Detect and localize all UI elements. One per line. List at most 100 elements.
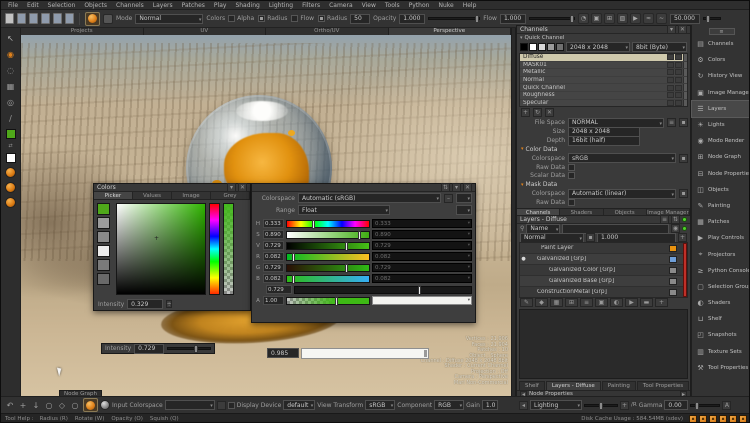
palette-close-icon[interactable]: ✕ xyxy=(238,183,247,192)
layer-tool-button[interactable]: ▶ xyxy=(625,298,638,307)
falloff-slider-knob[interactable] xyxy=(706,15,710,23)
channel-list-row[interactable]: Diffuse xyxy=(520,54,687,62)
flow-field[interactable]: 1.000 xyxy=(500,14,526,24)
toolbar-icon-button[interactable]: ~ xyxy=(656,13,667,24)
channel-slider-marker[interactable] xyxy=(345,264,348,273)
channel-tool-button[interactable]: ↻ xyxy=(533,108,542,117)
channel-slider-entry[interactable]: 0.729 xyxy=(372,263,472,272)
mask-colorspace-reset[interactable]: ▪ xyxy=(679,189,688,198)
layer-tool-button[interactable]: ⊞ xyxy=(565,298,578,307)
layers-updown-icon[interactable]: ⇅ xyxy=(671,215,680,224)
new-project-icon[interactable] xyxy=(5,13,14,24)
channels-float-icon[interactable]: ▾ xyxy=(667,25,676,34)
channel-lock-icon[interactable] xyxy=(675,54,682,60)
colors-tab[interactable]: Grey xyxy=(211,192,250,199)
menu-item[interactable]: Help xyxy=(463,2,477,9)
export-icon[interactable] xyxy=(53,13,62,24)
viewport-tab[interactable]: Perspective xyxy=(389,28,512,35)
active-brush-button[interactable] xyxy=(83,398,98,412)
channel-list-row[interactable]: Roughness xyxy=(520,92,687,100)
channel-slider-entry[interactable]: 0.082 xyxy=(372,274,472,283)
import-icon[interactable] xyxy=(41,13,50,24)
toolbar-icon-button[interactable]: ≈ xyxy=(643,13,654,24)
layer-row[interactable]: Galvanized Base [Grp] xyxy=(520,276,687,287)
layer-tool-button[interactable]: + xyxy=(655,298,668,307)
np-slider-knob[interactable] xyxy=(599,402,603,410)
channel-slider-entry[interactable]: 0.082 xyxy=(372,252,472,261)
menu-item[interactable]: Selection xyxy=(48,2,76,9)
channel-list-scrollbar[interactable] xyxy=(683,69,687,76)
palette-drawer-item[interactable]: ▥ Texture Sets xyxy=(692,344,750,360)
quick-color-swatch[interactable] xyxy=(547,43,555,51)
palette-drawer-item[interactable]: ◰ Snapshots xyxy=(692,327,750,343)
viewport-tab[interactable]: Ortho/UV xyxy=(266,28,389,35)
palette-drawer-item[interactable]: ◉ Modo Render xyxy=(692,133,750,149)
gamma-field[interactable]: 0.00 xyxy=(664,400,688,410)
toolbar-icon-button[interactable]: ⊞ xyxy=(604,13,615,24)
menu-item[interactable]: Camera xyxy=(329,2,353,9)
quick-color-swatch[interactable] xyxy=(520,43,528,51)
menu-item[interactable]: Tools xyxy=(385,2,400,9)
gain-field[interactable]: 1.0 xyxy=(482,400,498,410)
alpha-entry-field[interactable] xyxy=(372,296,472,305)
panel-float-icon[interactable]: ▾ xyxy=(452,183,461,192)
colorspace-extra-select[interactable] xyxy=(456,193,472,203)
channel-slider-value[interactable]: 0.729 xyxy=(263,241,284,250)
channel-slider-entry[interactable]: 0.890 xyxy=(372,230,472,239)
quick-channel-row[interactable]: Quick Channel xyxy=(517,34,690,41)
channel-list-scrollbar[interactable] xyxy=(683,100,687,107)
channel-list-row[interactable]: Specular xyxy=(520,100,687,107)
layer-row[interactable]: Paint Layer xyxy=(520,243,687,254)
palette-drawer-item[interactable]: ☀ Lights xyxy=(692,117,750,133)
toolbar-icon-button[interactable]: ▶ xyxy=(630,13,641,24)
palette-drawer-item[interactable]: ▣ Image Manager xyxy=(692,85,750,101)
file-space-reset-button[interactable]: ▪ xyxy=(679,118,688,127)
toolbar-icon-button[interactable]: ◔ xyxy=(578,13,589,24)
palette-float-icon[interactable]: ▾ xyxy=(227,183,236,192)
channel-lock-icon[interactable] xyxy=(675,77,682,83)
channel-list-row[interactable]: Normal xyxy=(520,77,687,85)
menu-item[interactable]: Shading xyxy=(235,2,259,9)
channel-list-scrollbar[interactable] xyxy=(683,54,687,61)
tool-icon[interactable]: ∕ xyxy=(4,112,18,125)
channel-slider-bar[interactable] xyxy=(286,220,370,228)
bottom-palette-tab[interactable]: Shelf xyxy=(519,381,545,390)
paint-mode-select[interactable]: Normal xyxy=(135,14,203,24)
toggle-checkbox[interactable] xyxy=(318,15,325,22)
value-field[interactable]: 0.729 xyxy=(266,285,292,294)
color-swatch[interactable] xyxy=(97,217,110,229)
falloff-field[interactable]: 50.000 xyxy=(670,14,700,24)
channel-list-scrollbar[interactable] xyxy=(683,77,687,84)
channel-slider-marker[interactable] xyxy=(312,220,315,229)
channel-slider-value[interactable]: 0.082 xyxy=(263,274,284,283)
shader-sphere-icon[interactable] xyxy=(100,400,110,410)
channel-lock-icon[interactable] xyxy=(675,69,682,75)
raw-data-checkbox[interactable] xyxy=(568,164,575,171)
color-swatch[interactable] xyxy=(97,231,110,243)
viewport-tab[interactable]: Projects xyxy=(21,28,144,35)
channel-slider-value[interactable]: 0.333 xyxy=(263,219,284,228)
channel-cache-icon[interactable] xyxy=(667,62,674,68)
channel-list-scrollbar[interactable] xyxy=(683,92,687,99)
palette-drawer-item[interactable]: ⚙ Colors xyxy=(692,52,750,68)
blur-brush-icon[interactable] xyxy=(5,182,16,193)
palette-tab[interactable]: Objects xyxy=(604,209,647,215)
menu-item[interactable]: Play xyxy=(214,2,227,9)
tool-icon[interactable]: ◌ xyxy=(4,64,18,77)
channels-palette-titlebar[interactable]: Channels ▾ ✕ xyxy=(517,26,690,34)
channel-slider-bar[interactable] xyxy=(286,242,370,250)
palette-drawer-item[interactable]: ▶ Play Controls xyxy=(692,230,750,246)
eraser-tool-button[interactable] xyxy=(103,14,113,24)
input-colorspace-select[interactable] xyxy=(165,400,215,410)
channel-cache-icon[interactable] xyxy=(667,85,674,91)
palette-drawer-item[interactable]: ↻ History View xyxy=(692,68,750,84)
toggle-item[interactable]: Radius xyxy=(318,15,347,22)
range-extra-select[interactable] xyxy=(456,205,472,215)
colorspace-reset-button[interactable]: – xyxy=(444,194,453,203)
alpha-slider[interactable] xyxy=(223,203,234,295)
display-device-select[interactable]: default xyxy=(283,400,315,410)
channel-slider-entry[interactable]: 0.333 xyxy=(372,219,472,228)
status-icon-button[interactable]: ▪ xyxy=(689,415,697,423)
paint-tool-button[interactable] xyxy=(85,12,100,26)
palette-tab[interactable]: Channels xyxy=(517,209,560,215)
